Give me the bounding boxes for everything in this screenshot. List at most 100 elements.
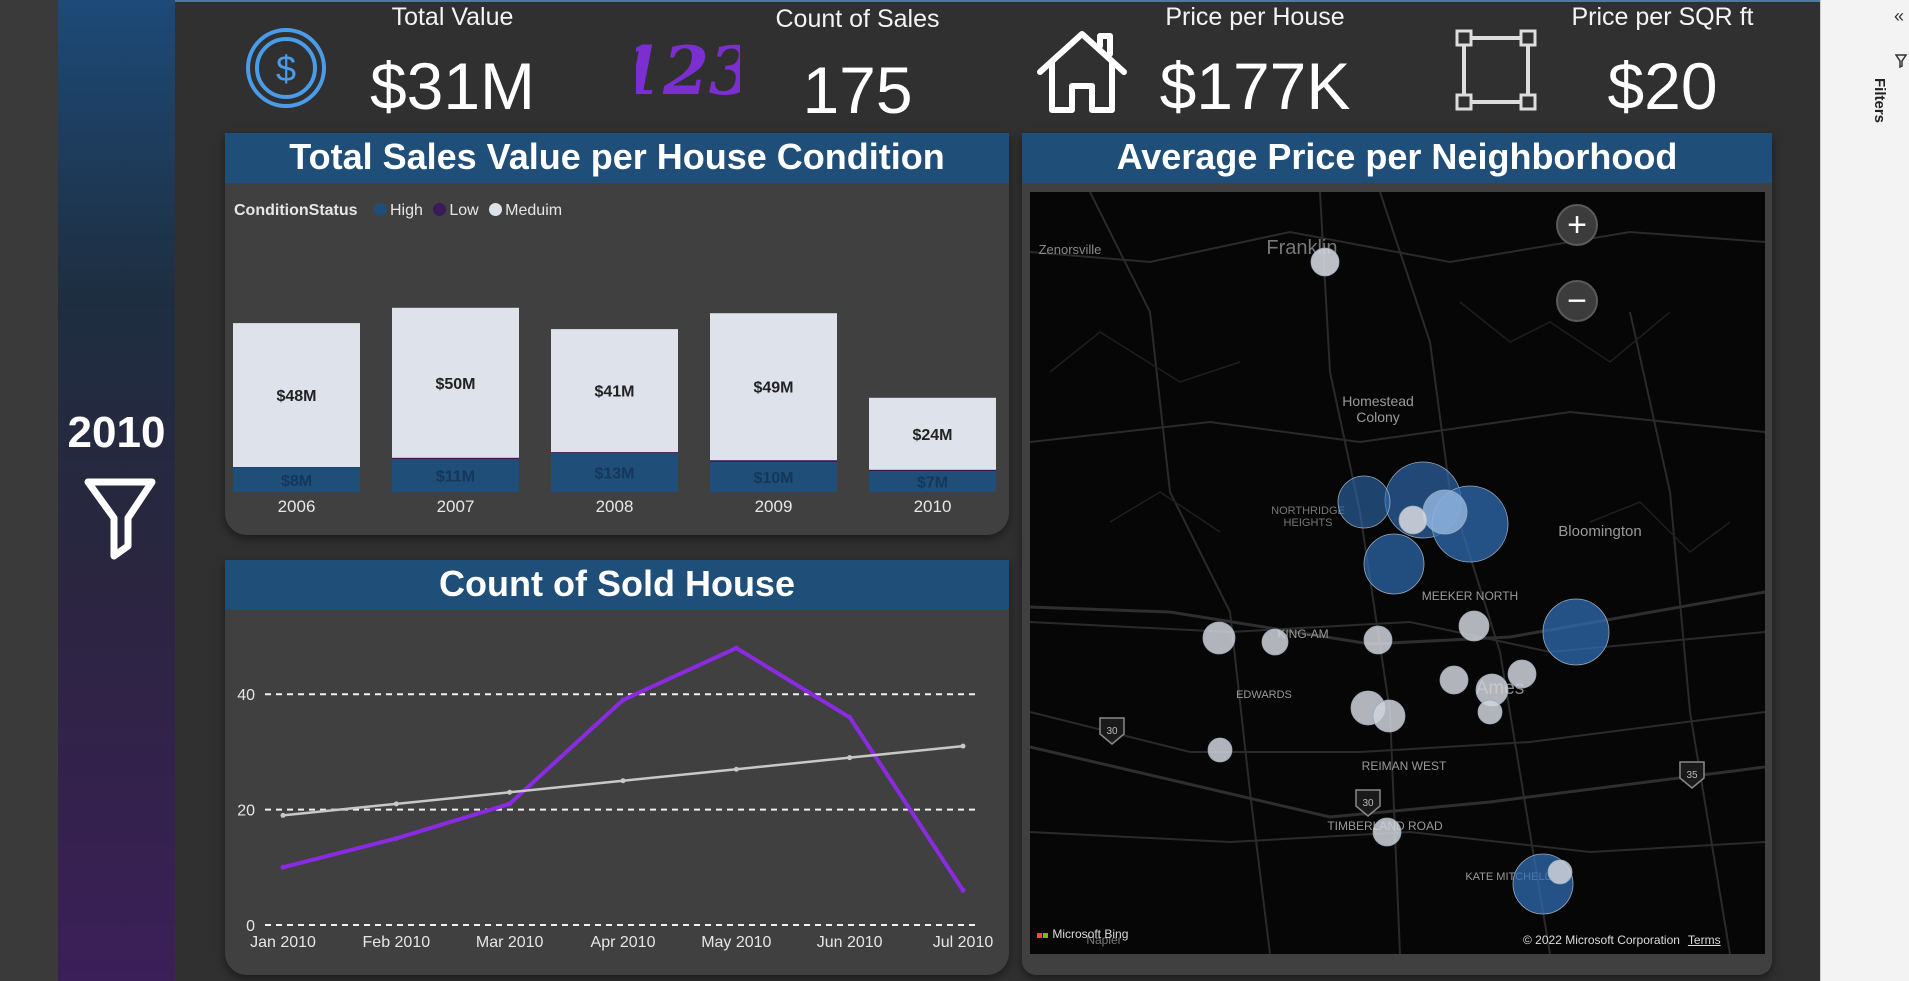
map-place-label: Zenorsville bbox=[1039, 242, 1102, 257]
line-point bbox=[960, 887, 966, 893]
map-bubble bbox=[1337, 475, 1391, 529]
map-place-label: NORTHRIDGE bbox=[1271, 505, 1345, 517]
map-canvas[interactable]: Zenorsville Franklin Homestead Colony Bloomi… bbox=[1030, 192, 1765, 954]
line-point bbox=[733, 766, 739, 772]
bar-data-label: $24M bbox=[912, 427, 952, 444]
bar-chart-plot: $8M $48M 2006 $11M $50M 2007 $13M $41M 2008 $10M $… bbox=[233, 307, 996, 516]
map-bubble bbox=[1542, 598, 1610, 666]
map-bubble bbox=[1363, 625, 1393, 655]
x-tick-label: Jun 2010 bbox=[817, 934, 883, 951]
bar-chart-legend: ConditionStatus High Low Meduim bbox=[234, 202, 562, 220]
line-point bbox=[733, 645, 739, 651]
bar-x-tick-label: 2007 bbox=[437, 497, 475, 516]
kpi-title-price-per-house: Price per House bbox=[1165, 3, 1345, 31]
line-chart-title: Count of Sold House bbox=[225, 560, 1009, 610]
legend-low-dot bbox=[433, 203, 447, 216]
line-point bbox=[847, 755, 853, 761]
filter-icon[interactable] bbox=[84, 478, 156, 560]
y-tick-label: 40 bbox=[237, 687, 255, 704]
bar-x-tick-label: 2009 bbox=[755, 497, 793, 516]
kpi-title-price-per-sqft: Price per SQR ft bbox=[1571, 3, 1754, 31]
map-bubble bbox=[1372, 817, 1402, 847]
map-bubble bbox=[1398, 505, 1428, 535]
map-place-label: REIMAN WEST bbox=[1362, 759, 1447, 773]
map-bubble bbox=[1207, 737, 1233, 763]
line-point bbox=[393, 835, 399, 841]
pane-filter-icon bbox=[1895, 54, 1907, 68]
bar-segment-low-2009 bbox=[710, 460, 837, 462]
filters-pane-label[interactable]: Filters bbox=[1871, 78, 1888, 123]
count-series-line bbox=[282, 646, 965, 892]
map-bubble bbox=[1458, 610, 1490, 642]
copyright-text: © 2022 Microsoft Corporation bbox=[1523, 933, 1680, 947]
svg-text:$: $ bbox=[276, 48, 296, 89]
map-bubble bbox=[1363, 533, 1425, 595]
map-place-label: Homestead bbox=[1342, 393, 1414, 409]
bar-x-tick-label: 2010 bbox=[914, 497, 952, 516]
microsoft-logo-icon-2 bbox=[1043, 933, 1048, 938]
map-place-label: EDWARDS bbox=[1236, 689, 1292, 701]
bar-data-label: $50M bbox=[435, 376, 475, 393]
bing-attribution: Microsoft Bing bbox=[1037, 927, 1128, 941]
bar-data-label: $13M bbox=[594, 466, 634, 483]
highway-number: 35 bbox=[1686, 770, 1698, 781]
x-tick-label: May 2010 bbox=[701, 934, 771, 951]
line-point bbox=[620, 697, 626, 703]
dollar-circle-icon: $ bbox=[246, 28, 326, 108]
square-area-icon bbox=[1455, 29, 1537, 111]
x-tick-label: Mar 2010 bbox=[476, 934, 544, 951]
x-tick-label: Apr 2010 bbox=[591, 934, 656, 951]
line-point bbox=[280, 812, 286, 818]
bar-data-label: $8M bbox=[281, 473, 312, 490]
kpi-value-count-of-sales: 175 bbox=[802, 53, 913, 127]
x-tick-label: Jan 2010 bbox=[250, 934, 316, 951]
bar-data-label: $7M bbox=[917, 475, 948, 492]
zoom-in-button[interactable]: + bbox=[1556, 204, 1598, 246]
filters-pane-collapsed[interactable] bbox=[1820, 0, 1909, 981]
line-point bbox=[507, 789, 513, 795]
bar-data-label: $41M bbox=[594, 384, 634, 401]
legend-medium-dot bbox=[489, 203, 503, 216]
left-gutter bbox=[0, 0, 58, 981]
selected-year[interactable]: 2010 bbox=[58, 408, 175, 458]
legend-low-label[interactable]: Low bbox=[449, 202, 478, 219]
line-point bbox=[280, 864, 286, 870]
zoom-out-button[interactable]: − bbox=[1556, 280, 1598, 322]
map-title: Average Price per Neighborhood bbox=[1022, 133, 1772, 183]
terms-link[interactable]: Terms bbox=[1688, 933, 1721, 947]
bar-data-label: $48M bbox=[276, 388, 316, 405]
y-tick-label: 0 bbox=[246, 918, 255, 935]
house-icon bbox=[1037, 31, 1127, 113]
map-bubble bbox=[1422, 489, 1468, 535]
expand-pane-icon[interactable]: « bbox=[1894, 6, 1904, 27]
map-place-label: HEIGHTS bbox=[1284, 517, 1333, 529]
x-tick-label: Feb 2010 bbox=[363, 934, 431, 951]
svg-text:123: 123 bbox=[636, 38, 740, 102]
line-point bbox=[393, 801, 399, 807]
number-123-icon: 123 bbox=[636, 38, 740, 102]
bar-data-label: $11M bbox=[436, 469, 475, 486]
map-bubble bbox=[1439, 665, 1469, 695]
bing-text: Microsoft Bing bbox=[1052, 927, 1129, 941]
map-place-label: MEEKER NORTH bbox=[1422, 589, 1518, 603]
bar-data-label: $49M bbox=[753, 380, 793, 397]
map-place-label: Colony bbox=[1356, 409, 1400, 425]
legend-title: ConditionStatus bbox=[234, 202, 358, 219]
kpi-value-price-per-house: $177K bbox=[1159, 49, 1351, 123]
microsoft-logo-icon bbox=[1037, 933, 1042, 938]
kpi-title-total-value: Total Value bbox=[391, 3, 514, 31]
line-point bbox=[620, 778, 626, 784]
bar-chart-title: Total Sales Value per House Condition bbox=[225, 133, 1009, 183]
map-bubble bbox=[1372, 699, 1406, 733]
map-bubbles: Zenorsville FranklinHomesteadColonyBloomi… bbox=[1039, 237, 1705, 947]
kpi-title-count-of-sales: Count of Sales bbox=[775, 5, 940, 33]
map-bubble bbox=[1507, 659, 1537, 689]
bar-segment-low-2010 bbox=[869, 469, 996, 471]
highway-number: 30 bbox=[1362, 798, 1374, 809]
x-tick-label: Jul 2010 bbox=[933, 934, 994, 951]
map-place-label: Bloomington bbox=[1558, 523, 1641, 540]
legend-medium-label[interactable]: Meduim bbox=[505, 202, 562, 219]
legend-high-label[interactable]: High bbox=[390, 202, 423, 219]
bar-x-tick-label: 2006 bbox=[278, 497, 316, 516]
kpi-value-total-value: $31M bbox=[369, 49, 536, 123]
